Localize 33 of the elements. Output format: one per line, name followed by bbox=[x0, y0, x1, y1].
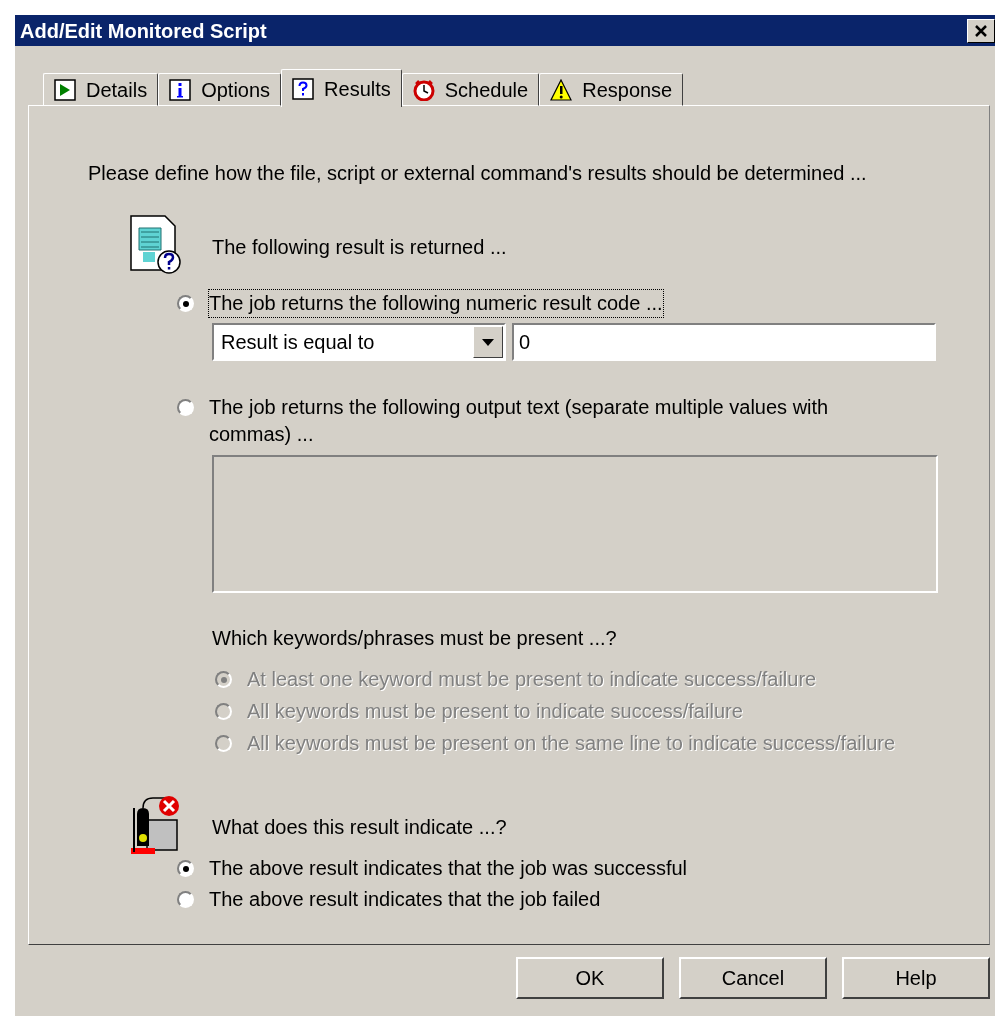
keywords-heading: Which keywords/phrases must be present ...? bbox=[212, 626, 618, 651]
comparison-dropdown[interactable]: Result is equal to bbox=[212, 323, 506, 361]
radio-button[interactable] bbox=[177, 399, 194, 416]
tab[interactable]: Response bbox=[539, 73, 684, 106]
warning-icon bbox=[550, 78, 573, 101]
tab[interactable]: Details bbox=[43, 73, 159, 106]
radio-label[interactable]: The above result indicates that the job failed bbox=[209, 886, 601, 913]
result-code-field[interactable]: 0 bbox=[512, 323, 936, 361]
section-heading: What does this result indicate ...? bbox=[212, 815, 508, 840]
dialog-button[interactable]: OK bbox=[516, 957, 664, 999]
dialog-button[interactable]: Cancel bbox=[679, 957, 827, 999]
tab[interactable]: Options bbox=[158, 73, 282, 106]
close-icon bbox=[974, 23, 988, 38]
dropdown-arrow-icon bbox=[482, 338, 494, 346]
radio-label[interactable]: The job returns the following output text (separate multiple values with commas) ... bbox=[209, 394, 907, 448]
radio-button[interactable] bbox=[177, 860, 194, 877]
close-button[interactable] bbox=[967, 18, 995, 43]
radio-label[interactable]: The above result indicates that the job was successful bbox=[209, 855, 688, 882]
guard-error-icon bbox=[129, 794, 181, 856]
info-icon bbox=[169, 78, 192, 101]
question-icon bbox=[292, 77, 315, 100]
window-title: Add/Edit Monitored Script bbox=[20, 18, 267, 44]
script-document-question-icon bbox=[129, 214, 181, 276]
radio-label[interactable]: The job returns the following numeric result code ... bbox=[209, 290, 663, 317]
tab[interactable]: Schedule bbox=[401, 73, 540, 106]
instruction-text: Please define how the file, script or external command's results should be determined ... bbox=[88, 161, 867, 186]
alarm-clock-icon bbox=[412, 78, 435, 101]
play-icon bbox=[54, 78, 76, 101]
radio-button[interactable] bbox=[177, 295, 194, 312]
dialog-button[interactable]: Help bbox=[842, 957, 990, 999]
radio-button[interactable] bbox=[177, 891, 194, 908]
tab[interactable]: Results bbox=[281, 69, 402, 107]
section-heading: The following result is returned ... bbox=[212, 235, 508, 260]
